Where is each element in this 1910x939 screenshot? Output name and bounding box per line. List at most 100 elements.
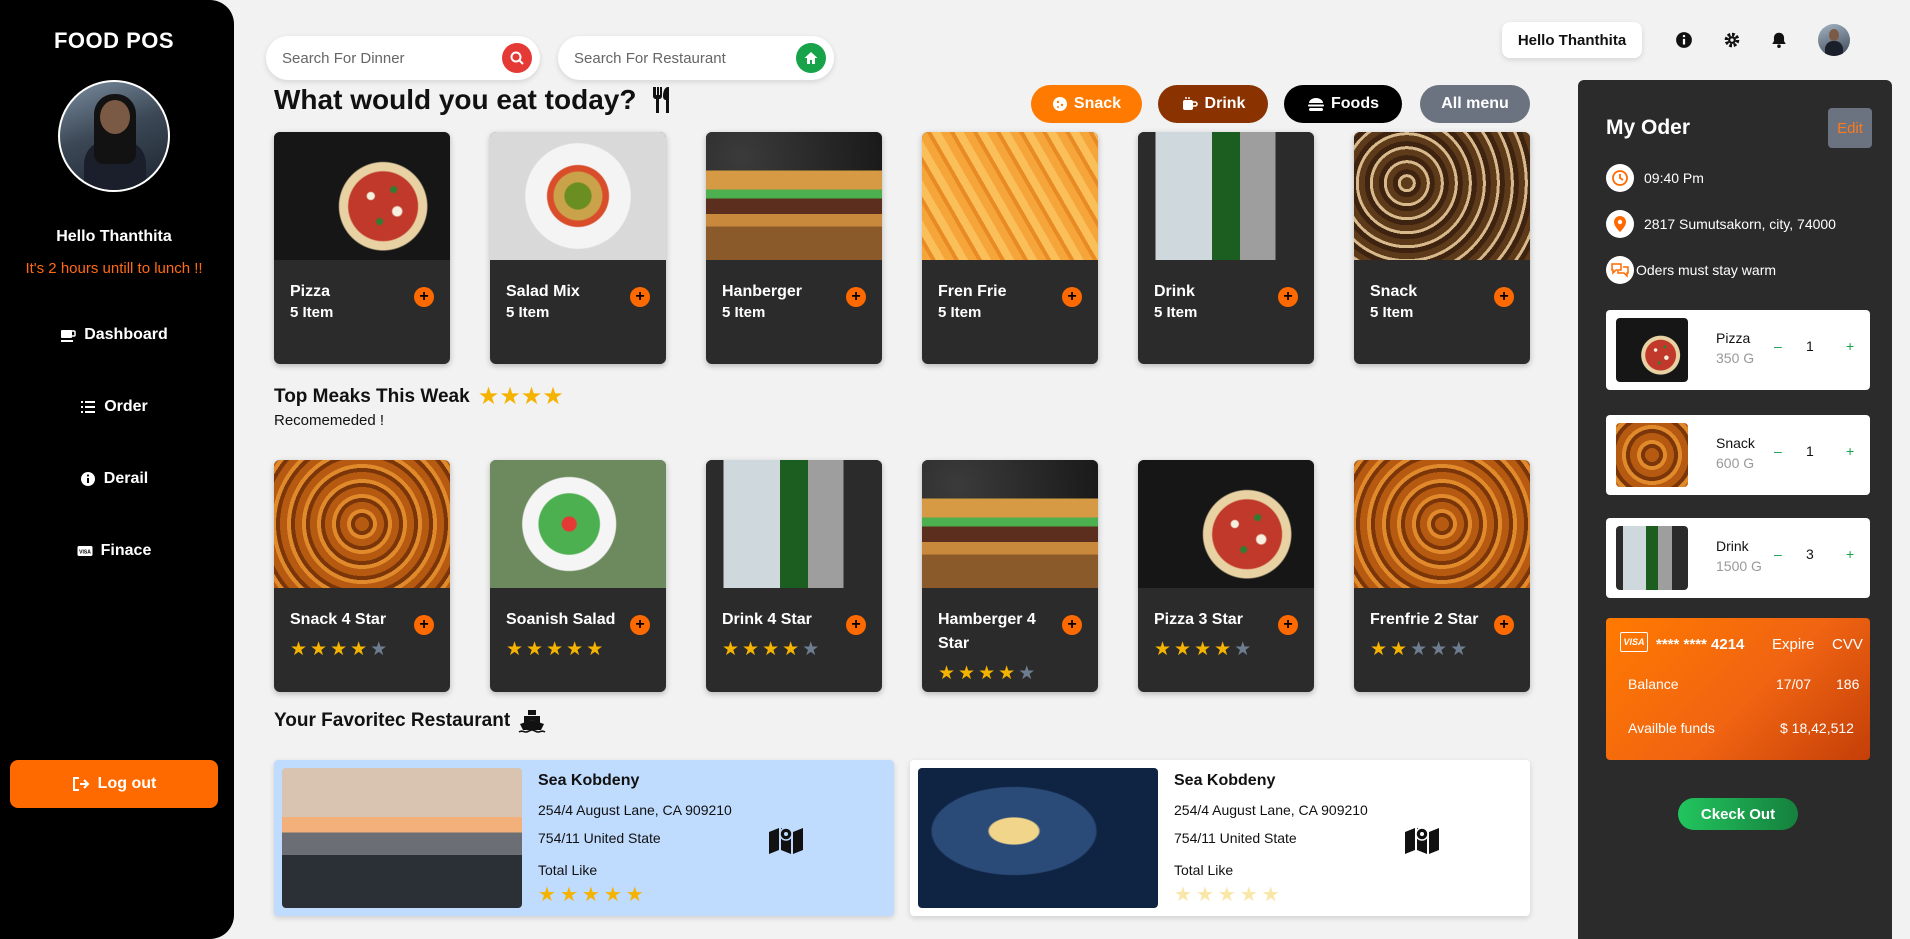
card-icon: VISA	[77, 546, 93, 556]
increase-button[interactable]: +	[1846, 338, 1854, 354]
search-button[interactable]	[502, 43, 532, 73]
add-button[interactable]: +	[1278, 615, 1298, 635]
sidebar-item-order[interactable]: Order	[0, 398, 228, 416]
card-count: 5 Item	[722, 304, 766, 321]
add-button[interactable]: +	[846, 615, 866, 635]
restaurant-card[interactable]: Sea Kobdeny 254/4 August Lane, CA 909210…	[910, 760, 1530, 916]
visa-logo: VISA	[1620, 632, 1648, 652]
restaurant-search-input[interactable]	[574, 49, 796, 67]
checkout-button[interactable]: Ckeck Out	[1678, 798, 1798, 830]
add-button[interactable]: +	[414, 287, 434, 307]
decrease-button[interactable]: –	[1774, 546, 1782, 562]
top-meal-card-hamberger[interactable]: Hamberger 4 Star ★ ★ ★ ★ ★ +	[922, 460, 1098, 692]
user-avatar[interactable]	[1818, 24, 1850, 56]
star-filled-icon: ★	[1217, 884, 1236, 906]
sidebar-item-derail[interactable]: Derail	[0, 470, 228, 488]
increase-button[interactable]: +	[1846, 443, 1854, 459]
edit-button[interactable]: Edit	[1828, 108, 1872, 148]
star-filled-icon: ★	[1214, 639, 1232, 660]
increase-button[interactable]: +	[1846, 546, 1854, 562]
logout-button[interactable]: Log out	[10, 760, 218, 808]
card-name: Hanberger	[722, 283, 803, 300]
decrease-button[interactable]: –	[1774, 443, 1782, 459]
star-filled-icon: ★	[978, 663, 996, 684]
star-filled-icon: ★	[742, 639, 760, 660]
card-name: Drink 4 Star	[722, 611, 812, 628]
add-button[interactable]: +	[630, 287, 650, 307]
restaurant-card[interactable]: Sea Kobdeny 254/4 August Lane, CA 909210…	[274, 760, 894, 916]
sidebar: FOOD POS Hello Thanthita It's 2 hours un…	[0, 0, 234, 939]
star-filled-icon: ★	[782, 639, 800, 660]
category-card-fren-frie[interactable]: Fren Frie 5 Item +	[922, 132, 1098, 364]
burger-icon	[1308, 98, 1324, 111]
card-name: Drink	[1154, 283, 1195, 300]
decrease-button[interactable]: –	[1774, 338, 1782, 354]
restaurant-likes-label: Total Like	[1174, 862, 1234, 878]
page-title: What would you eat today?	[274, 84, 678, 116]
sidebar-greeting: Hello Thanthita	[56, 228, 172, 245]
add-button[interactable]: +	[1494, 615, 1514, 635]
add-button[interactable]: +	[414, 615, 434, 635]
info-button[interactable]	[1674, 30, 1694, 50]
header-greeting: Hello Thanthita	[1502, 22, 1642, 58]
info-icon	[1676, 32, 1692, 48]
add-button[interactable]: +	[846, 287, 866, 307]
gear-icon	[1724, 32, 1740, 48]
dinner-search-input[interactable]	[282, 49, 502, 67]
add-button[interactable]: +	[1062, 287, 1082, 307]
map-icon[interactable]	[768, 824, 804, 854]
sidebar-item-dashboard[interactable]: Dashboard	[0, 326, 228, 344]
add-button[interactable]: +	[1062, 615, 1082, 635]
star-filled-icon: ★	[566, 639, 584, 660]
page-title-text: What would you eat today?	[274, 84, 637, 115]
star-filled-icon: ★	[722, 639, 740, 660]
order-time-text: 09:40 Pm	[1644, 170, 1704, 186]
category-card-salad-mix[interactable]: Salad Mix 5 Item +	[490, 132, 666, 364]
sidebar-item-label: Order	[104, 398, 148, 415]
profile-avatar[interactable]	[58, 80, 170, 192]
rating-stars: ★ ★ ★ ★ ★	[1370, 640, 1467, 659]
salad-image	[490, 132, 666, 260]
filter-foods[interactable]: Foods	[1284, 85, 1402, 123]
category-card-hanberger[interactable]: Hanberger 5 Item +	[706, 132, 882, 364]
top-meal-card-snack[interactable]: Snack 4 Star ★ ★ ★ ★ ★ +	[274, 460, 450, 692]
star-filled-icon: ★	[1195, 884, 1214, 906]
top-meal-card-salad[interactable]: Soanish Salad ★ ★ ★ ★ ★ +	[490, 460, 666, 692]
top-meal-card-pizza[interactable]: Pizza 3 Star ★ ★ ★ ★ ★ +	[1138, 460, 1314, 692]
drink-image	[706, 460, 882, 588]
home-button[interactable]	[796, 43, 826, 73]
location-pin-icon	[1606, 210, 1634, 238]
add-button[interactable]: +	[630, 615, 650, 635]
category-card-drink[interactable]: Drink 5 Item +	[1138, 132, 1314, 364]
star-filled-icon: ★	[526, 639, 544, 660]
star-filled-icon: ★	[1390, 639, 1408, 660]
add-button[interactable]: +	[1494, 287, 1514, 307]
star-empty-icon: ★	[1450, 639, 1468, 660]
category-card-snack[interactable]: Snack 5 Item +	[1354, 132, 1530, 364]
star-empty-icon: ★	[802, 639, 820, 660]
burger-image	[922, 460, 1098, 588]
top-meal-card-frenfrie[interactable]: Frenfrie 2 Star ★ ★ ★ ★ ★ +	[1354, 460, 1530, 692]
filter-all-menu[interactable]: All menu	[1420, 85, 1530, 123]
filter-snack[interactable]: Snack	[1031, 85, 1142, 123]
payment-card[interactable]: VISA **** **** 4214 Expire CVV Balance 1…	[1606, 618, 1870, 760]
category-card-pizza[interactable]: Pizza 5 Item +	[274, 132, 450, 364]
favorite-restaurant-title-text: Your Favoritec Restaurant	[274, 710, 511, 731]
map-icon[interactable]	[1404, 824, 1440, 854]
sidebar-item-finace[interactable]: VISA Finace	[0, 542, 228, 560]
notifications-button[interactable]	[1769, 30, 1789, 50]
balance-label: Balance	[1628, 676, 1679, 692]
order-time: 09:40 Pm	[1606, 164, 1704, 192]
filter-drink[interactable]: Drink	[1158, 85, 1268, 123]
pizza-thumbnail	[1616, 318, 1688, 382]
star-filled-icon: ★	[1154, 639, 1172, 660]
restaurant-rating: ★ ★ ★ ★ ★	[1174, 882, 1280, 907]
card-number: **** **** 4214	[1656, 636, 1745, 653]
rating-stars: ★ ★ ★ ★ ★	[1154, 640, 1251, 659]
star-filled-icon: ★	[538, 884, 556, 906]
top-meal-card-drink[interactable]: Drink 4 Star ★ ★ ★ ★ ★ +	[706, 460, 882, 692]
settings-button[interactable]	[1722, 30, 1742, 50]
add-button[interactable]: +	[1278, 287, 1298, 307]
card-count: 5 Item	[1370, 304, 1414, 321]
utensils-icon	[653, 87, 670, 113]
